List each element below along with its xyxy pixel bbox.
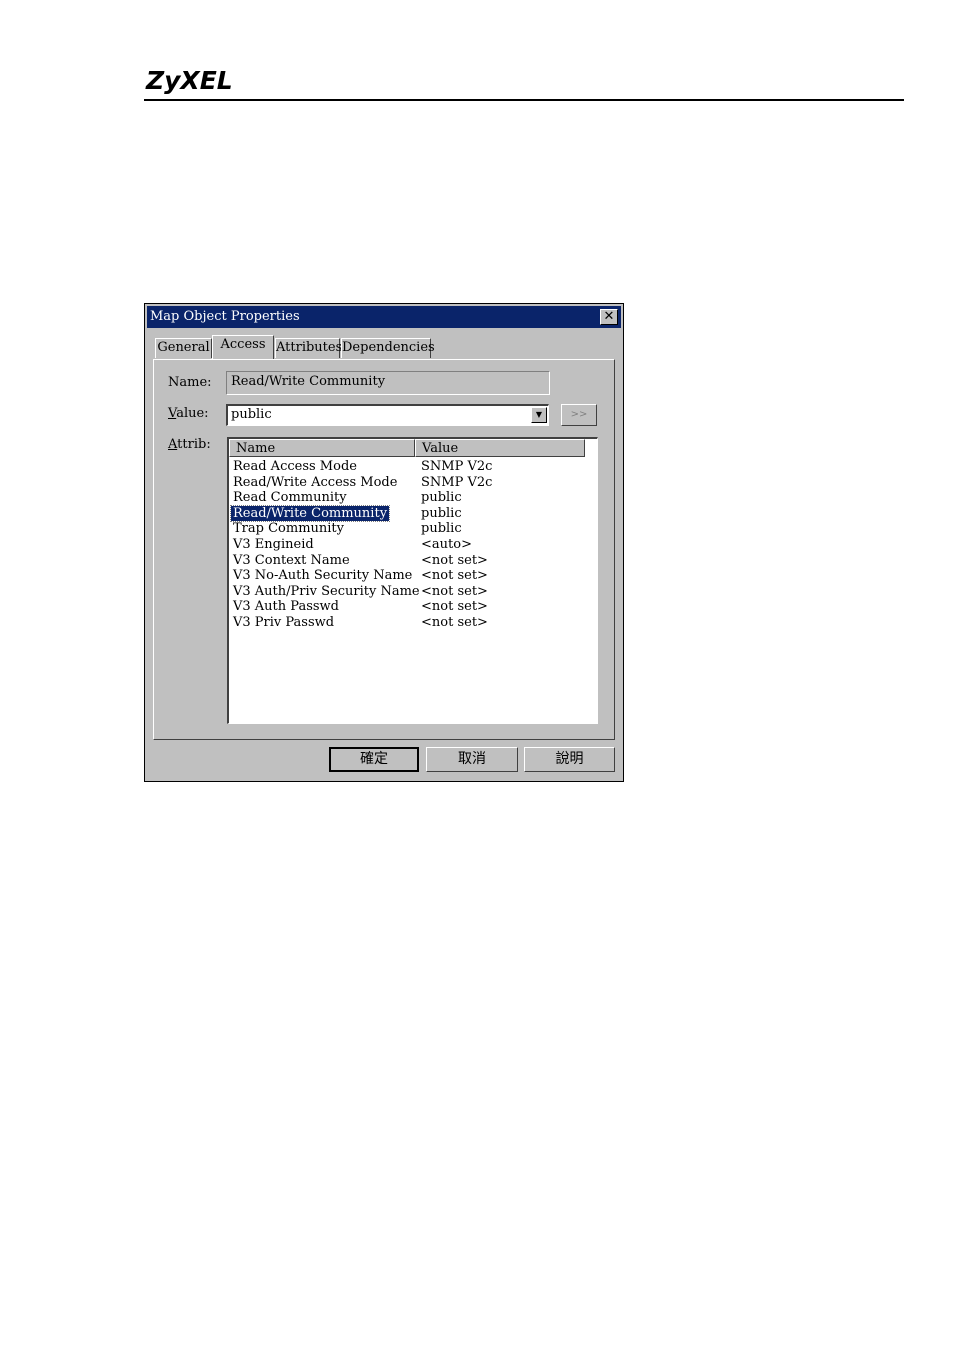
list-item[interactable]: V3 Engineid <auto> bbox=[229, 537, 589, 552]
list-item-name: V3 No-Auth Security Name bbox=[233, 568, 413, 584]
tab-dependencies[interactable]: Dependencies bbox=[341, 338, 435, 358]
list-item-value: <not set> bbox=[421, 599, 488, 615]
list-item-name: Read Access Mode bbox=[233, 459, 357, 474]
list-item-name: V3 Priv Passwd bbox=[233, 615, 335, 630]
tab-general[interactable]: General bbox=[155, 338, 212, 358]
column-header-value[interactable]: Value bbox=[415, 439, 585, 457]
list-item-name: V3 Auth/Priv Security Name bbox=[233, 583, 420, 599]
list-item[interactable]: V3 Auth Passwd <not set> bbox=[229, 599, 589, 614]
list-item[interactable]: Trap Community public bbox=[229, 521, 589, 536]
list-item-value: SNMP V2c bbox=[421, 474, 493, 490]
map-object-properties-dialog: Map Object Properties ✕ General Access A… bbox=[144, 303, 624, 782]
attrib-label-mnemonic: A bbox=[168, 437, 178, 452]
value-label: Value: bbox=[168, 406, 209, 421]
list-item[interactable]: Read/Write Access Mode SNMP V2c bbox=[229, 475, 589, 490]
list-item-name: V3 Auth Passwd bbox=[233, 599, 339, 615]
name-field: Read/Write Community bbox=[226, 371, 550, 395]
value-label-rest: alue: bbox=[176, 406, 209, 421]
list-item-name: V3 Context Name bbox=[233, 552, 350, 568]
attrib-list[interactable]: Name Value Read Access Mode SNMP V2c Read… bbox=[227, 437, 598, 724]
value-dropdown-button[interactable]: ▼ bbox=[531, 407, 547, 423]
zyxel-logo: ZyXEL bbox=[146, 66, 233, 95]
attrib-label-rest: ttrib: bbox=[177, 437, 211, 452]
list-item-name: Read Community bbox=[233, 490, 347, 506]
attrib-label: Attrib: bbox=[168, 437, 211, 452]
list-item-value: <not set> bbox=[421, 583, 488, 599]
list-item-name: V3 Engineid bbox=[233, 537, 314, 552]
list-item-value: public bbox=[421, 490, 462, 506]
list-item[interactable]: V3 No-Auth Security Name <not set> bbox=[229, 568, 589, 583]
value-combobox[interactable]: public ▼ bbox=[226, 404, 549, 426]
list-item-value: <not set> bbox=[421, 615, 488, 630]
tab-attributes[interactable]: Attributes bbox=[275, 338, 342, 358]
close-icon: ✕ bbox=[603, 309, 615, 324]
list-item-selected[interactable]: Read/Write Community public bbox=[229, 504, 589, 522]
close-button[interactable]: ✕ bbox=[600, 309, 618, 325]
list-item[interactable]: Read Access Mode SNMP V2c bbox=[229, 459, 589, 474]
list-item-name: Read/Write Access Mode bbox=[233, 474, 398, 490]
list-item-name: Read/Write Community bbox=[229, 504, 391, 522]
tab-access[interactable]: Access bbox=[212, 335, 274, 359]
list-item[interactable]: Read Community public bbox=[229, 490, 589, 505]
list-item-name: Trap Community bbox=[233, 521, 344, 537]
list-item-value: <not set> bbox=[421, 552, 488, 568]
value-label-mnemonic: V bbox=[168, 406, 177, 421]
list-item[interactable]: V3 Priv Passwd <not set> bbox=[229, 615, 589, 630]
more-button[interactable]: >> bbox=[561, 404, 597, 426]
help-button[interactable]: 說明 bbox=[524, 747, 615, 772]
list-item-value: public bbox=[421, 521, 462, 537]
dialog-title: Map Object Properties bbox=[150, 309, 300, 324]
list-item-value: <auto> bbox=[421, 537, 472, 552]
chevron-down-icon: ▼ bbox=[535, 410, 543, 419]
list-item-value: public bbox=[421, 505, 462, 521]
list-item-value: <not set> bbox=[421, 568, 488, 584]
name-label: Name: bbox=[168, 375, 212, 390]
cancel-button[interactable]: 取消 bbox=[426, 747, 518, 772]
column-header-name[interactable]: Name bbox=[229, 439, 415, 457]
ok-button[interactable]: 確定 bbox=[329, 747, 419, 772]
list-item[interactable]: V3 Auth/Priv Security Name <not set> bbox=[229, 584, 589, 599]
list-item[interactable]: V3 Context Name <not set> bbox=[229, 553, 589, 568]
header-rule bbox=[144, 99, 904, 101]
list-item-value: SNMP V2c bbox=[421, 459, 493, 474]
title-bar[interactable]: Map Object Properties ✕ bbox=[147, 306, 621, 328]
value-combobox-text: public bbox=[231, 407, 272, 422]
